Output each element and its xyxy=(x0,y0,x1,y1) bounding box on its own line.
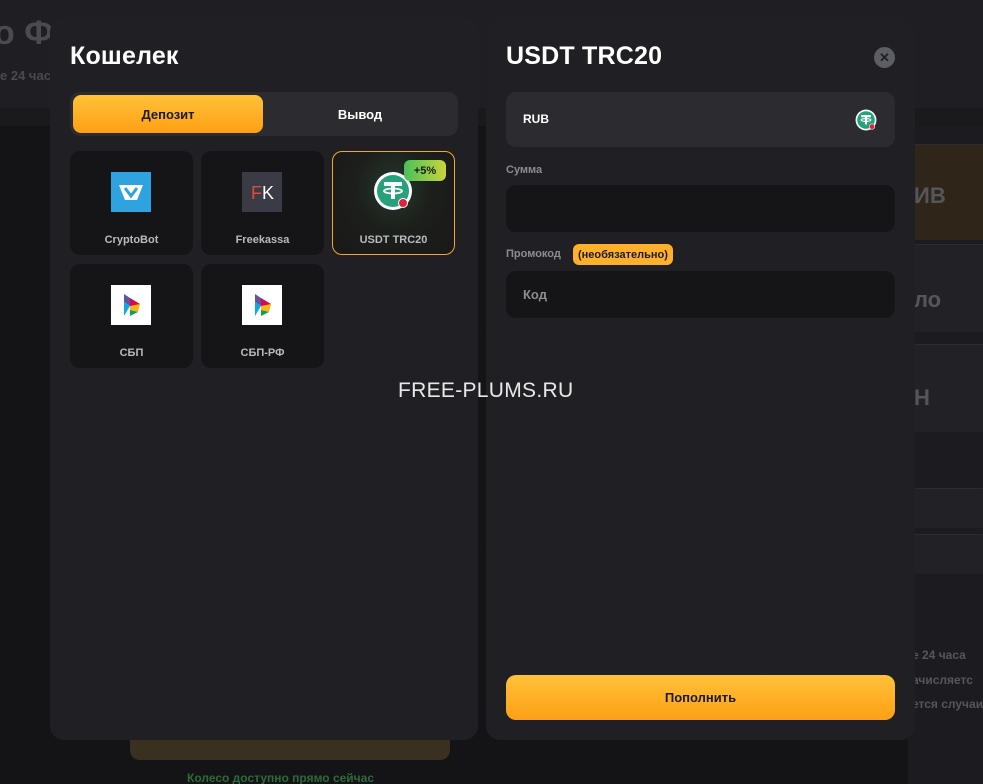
currency-select[interactable]: RUB xyxy=(506,92,895,147)
watermark: FREE-PLUMS.RU xyxy=(398,379,574,402)
background-card-text: ло xyxy=(914,287,942,312)
background-card-text: ИВ xyxy=(914,183,946,208)
sbp-icon xyxy=(242,285,282,325)
background-card-text: Н xyxy=(914,385,930,410)
promo-label: Промокод xyxy=(506,248,561,260)
payment-method-usdt-trc20[interactable]: +5% USDT TRC20 xyxy=(332,151,455,255)
currency-value: RUB xyxy=(523,112,549,126)
payment-method-label: СБП-РФ xyxy=(240,347,285,359)
sbp-icon xyxy=(111,285,151,325)
wallet-title: Кошелек xyxy=(70,42,179,70)
freekassa-icon-k: K xyxy=(262,183,274,203)
payment-method-label: CryptoBot xyxy=(104,234,159,246)
background-card: ИВ xyxy=(908,144,983,240)
payment-method-sbp[interactable]: СБП xyxy=(70,264,193,368)
payment-method-freekassa[interactable]: F K Freekassa xyxy=(201,151,324,255)
background-title: о Ф xyxy=(0,14,54,52)
optional-badge: (необязательно) xyxy=(573,244,673,265)
background-subtitle: е 24 час xyxy=(0,68,51,83)
payment-method-sbp-rf[interactable]: СБП-РФ xyxy=(201,264,324,368)
payment-method-cryptobot[interactable]: CryptoBot xyxy=(70,151,193,255)
tab-deposit[interactable]: Депозит xyxy=(73,95,263,133)
cryptobot-icon xyxy=(111,172,151,212)
background-card xyxy=(908,534,983,574)
freekassa-icon: F K xyxy=(242,172,282,212)
payment-method-label: СБП xyxy=(119,347,144,359)
tether-icon xyxy=(855,109,877,131)
payment-method-label: Freekassa xyxy=(235,234,290,246)
tab-withdraw[interactable]: Вывод xyxy=(265,95,455,133)
payment-method-label: USDT TRC20 xyxy=(359,234,428,246)
wallet-tabs: Депозит Вывод xyxy=(70,92,458,136)
deposit-form-title: USDT TRC20 xyxy=(506,42,663,70)
background-card: ло xyxy=(908,244,983,332)
close-button[interactable]: ✕ xyxy=(874,47,895,68)
background-card xyxy=(908,488,983,528)
bonus-badge: +5% xyxy=(404,160,446,181)
background-text: ачисляетс xyxy=(912,673,973,687)
deposit-submit-button[interactable]: Пополнить xyxy=(506,675,895,720)
background-wheel-caption: Колесо доступно прямо сейчас xyxy=(187,771,374,784)
background-card: Н xyxy=(908,344,983,432)
freekassa-icon-f: F xyxy=(251,183,262,203)
promo-code-input[interactable] xyxy=(506,271,895,318)
amount-label: Сумма xyxy=(506,164,543,176)
close-icon: ✕ xyxy=(879,49,890,65)
amount-input[interactable] xyxy=(506,185,895,232)
background-text: ется случаи xyxy=(912,697,983,711)
background-text: е 24 часа xyxy=(912,648,966,662)
